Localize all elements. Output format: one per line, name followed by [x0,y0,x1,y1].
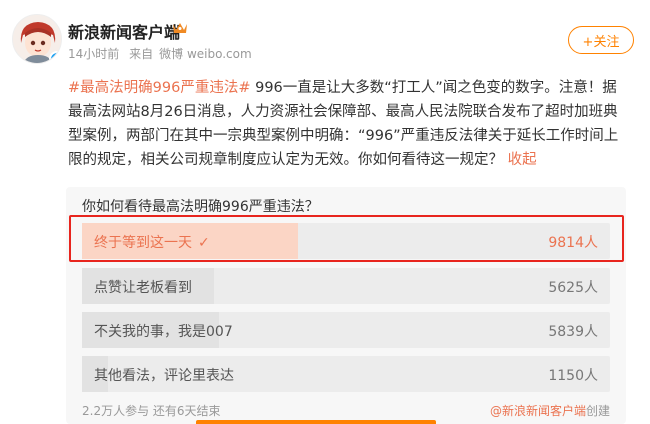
highlight-annotation [69,215,624,262]
vote-creator: @新浪新闻客户端创建 [490,402,610,419]
vote-option-label: 其他看法，评论里表达 [94,368,234,384]
vip-badge-icon [172,21,188,39]
creator-suffix: 创建 [585,404,610,418]
collapse-link[interactable]: 收起 [508,152,537,168]
vote-option-label: 点赞让老板看到 [94,280,192,296]
vote-option-count: 1150人 [548,368,598,384]
post-meta: 14小时前 来自 微博 weibo.com [68,45,258,62]
vote-option-count: 5839人 [548,324,598,340]
vote-option-count: 5625人 [548,280,598,296]
bottom-action-bar[interactable] [196,420,436,424]
verified-icon [49,51,61,63]
vote-option-label: 不关我的事，我是007 [94,324,233,340]
post-header: 新浪新闻客户端 14小时前 来自 微博 weibo.com +关注 [12,14,638,74]
vote-title: 你如何看待最高法明确996严重违法？ [82,199,319,215]
post-time[interactable]: 14小时前 [68,47,119,61]
avatar[interactable] [12,14,62,64]
vote-option-2[interactable]: 点赞让老板看到 5625人 [82,268,610,304]
source-prefix: 来自 [129,47,154,61]
username[interactable]: 新浪新闻客户端 [68,19,180,43]
post-text: #最高法明确996严重违法# 996一直是让大多数“打工人”闻之色变的数字。注意… [68,76,628,172]
vote-option-4[interactable]: 其他看法，评论里表达 1150人 [82,356,610,392]
vote-footer: 2.2万人参与 还有6天结束 [82,404,221,418]
hashtag-link[interactable]: #最高法明确996严重违法# [68,80,250,96]
creator-link[interactable]: @新浪新闻客户端 [490,404,586,418]
post-source[interactable]: 微博 weibo.com [159,47,252,61]
vote-option-3[interactable]: 不关我的事，我是007 5839人 [82,312,610,348]
follow-button[interactable]: +关注 [568,26,634,54]
